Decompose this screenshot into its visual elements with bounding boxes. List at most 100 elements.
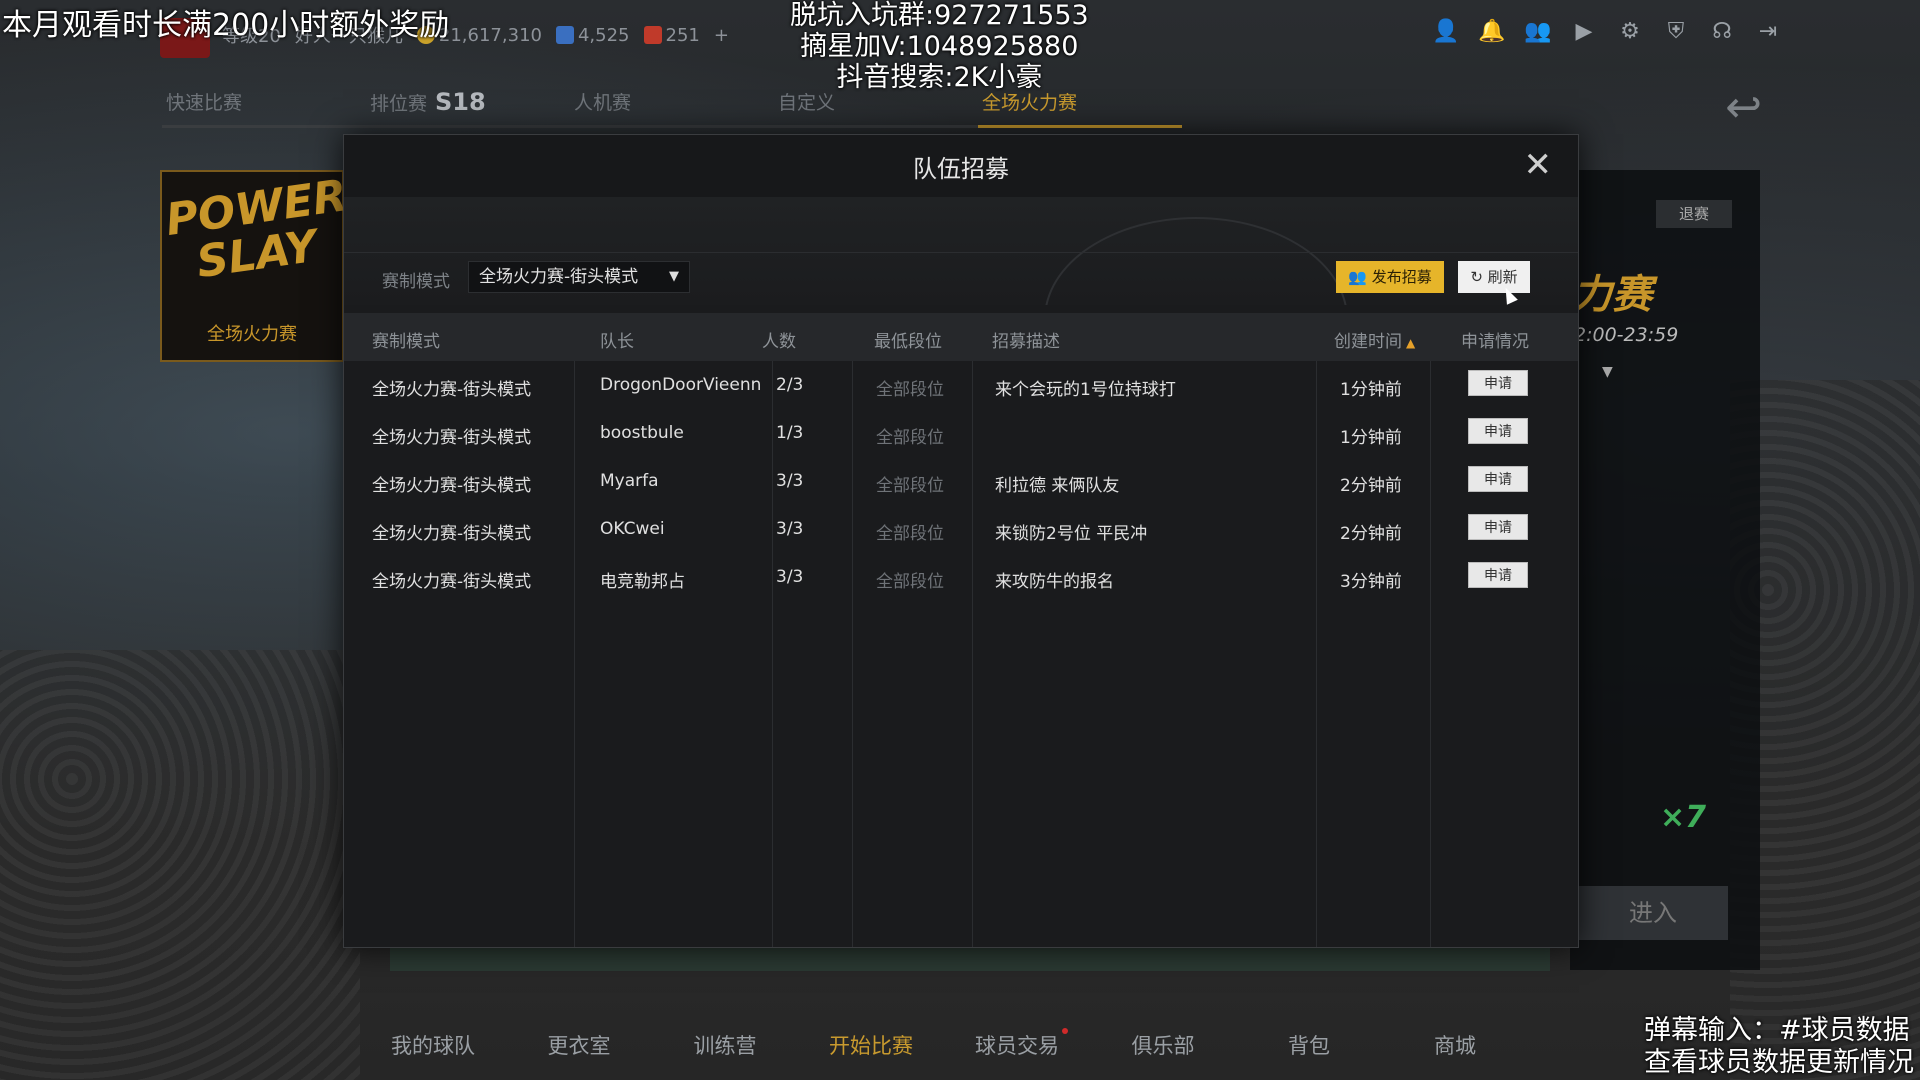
refresh-button[interactable]: ↻ 刷新 [1458,261,1530,293]
nav-club[interactable]: 俱乐部 [1090,1030,1236,1060]
nav-locker-room[interactable]: 更衣室 [506,1030,652,1060]
exit-icon[interactable]: ⇥ [1754,18,1782,46]
refresh-icon: ↻ [1470,268,1483,286]
crowd-left [0,650,360,1080]
row-desc: 来攻防牛的报名 [995,572,1114,592]
header-status: 申请情况 [1461,332,1529,352]
add-currency-button[interactable]: + [714,25,729,46]
filter-label: 赛制模式 [382,272,450,292]
mode-card-label: 全场火力赛 [207,324,297,345]
season-badge: S18 [435,88,486,116]
nav-backpack[interactable]: 背包 [1236,1030,1382,1060]
bottom-nav: 我的球队 更衣室 训练营 开始比赛 球员交易 俱乐部 背包 商城 [360,1028,1528,1060]
table-row: 全场火力赛-街头模式 OKCwei 3/3 全部段位 来锁防2号位 平民冲 2分… [344,505,1578,553]
row-desc: 利拉德 来俩队友 [995,476,1120,496]
stream-overlay-contact: 脱坑入坑群:927271553 摘星加V:1048925880 抖音搜索:2K小… [790,0,1089,93]
row-created: 2分钟前 [1340,524,1402,544]
star-balance: 4,525 [555,25,630,46]
row-mode: 全场火力赛-街头模式 [372,428,532,448]
event-title: 力赛 [1572,272,1652,318]
publish-recruit-button[interactable]: 👥 发布招募 [1336,261,1444,293]
tab-power-slay[interactable]: 全场火力赛 [978,88,1182,128]
nav-my-team[interactable]: 我的球队 [360,1030,506,1060]
row-rank: 全部段位 [876,524,944,544]
event-panel: 退赛 力赛 2:00-23:59 ▼ ×7 进入 [1570,170,1760,970]
row-created: 3分钟前 [1340,572,1402,592]
row-captain: Myarfa [600,471,659,491]
row-captain: boostbule [600,423,684,443]
table-row: 全场火力赛-街头模式 DrogonDoorVieenn 2/3 全部段位 来个会… [344,361,1578,409]
power-slay-logo: POWER SLAY [162,170,351,289]
row-rank: 全部段位 [876,428,944,448]
row-captain: 电竞勒邦占 [600,572,685,592]
row-created: 1分钟前 [1340,428,1402,448]
header-count: 人数 [762,332,796,352]
header-desc: 招募描述 [992,332,1060,352]
add-user-icon: 👥 [1348,268,1367,286]
headset-icon[interactable]: ☊ [1708,18,1736,46]
header-mode: 赛制模式 [372,332,440,352]
row-captain: DrogonDoorVieenn [600,375,762,395]
nav-start-game[interactable]: 开始比赛 [798,1030,944,1060]
stream-overlay-reward: 本月观看时长满200小时额外奖励 [2,8,450,43]
shield-icon[interactable]: ⛨ [1662,18,1690,46]
row-count: 3/3 [776,519,804,539]
close-icon[interactable]: ✕ [1524,145,1553,185]
notification-dot [1062,1028,1068,1034]
star-icon [555,25,574,44]
nav-training[interactable]: 训练营 [652,1030,798,1060]
mode-filter-select[interactable]: 全场火力赛-街头模式 ▼ [468,261,690,293]
row-created: 1分钟前 [1340,380,1402,400]
friends-icon[interactable]: 👥 [1524,18,1552,46]
row-rank: 全部段位 [876,572,944,592]
ticket-icon [643,25,662,44]
table-row: 全场火力赛-街头模式 boostbule 1/3 全部段位 1分钟前 申请 [344,409,1578,457]
row-mode: 全场火力赛-街头模式 [372,572,532,592]
modal-header: 队伍招募 ✕ [344,135,1578,198]
row-captain: OKCwei [600,519,665,539]
quit-button[interactable]: 退赛 [1656,200,1732,228]
chevron-down-icon[interactable]: ▼ [1602,364,1613,380]
recruit-table-body: 全场火力赛-街头模式 DrogonDoorVieenn 2/3 全部段位 来个会… [344,361,1578,947]
apply-button[interactable]: 申请 [1468,562,1528,588]
row-rank: 全部段位 [876,380,944,400]
apply-button[interactable]: 申请 [1468,466,1528,492]
team-recruit-modal: 队伍招募 ✕ 赛制模式 全场火力赛-街头模式 ▼ 👥 发布招募 ↻ 刷新 赛制模式… [343,134,1579,948]
enter-button[interactable]: 进入 [1578,886,1728,940]
stream-overlay-danmaku: 弹幕输入：#球员数据 查看球员数据更新情况 [1644,1015,1914,1078]
row-desc: 来个会玩的1号位持球打 [995,380,1176,400]
multiplier-badge: ×7 [1660,800,1707,835]
apply-button[interactable]: 申请 [1468,370,1528,396]
row-count: 1/3 [776,423,804,443]
bell-icon[interactable]: 🔔 [1478,18,1506,46]
mode-card[interactable]: POWER SLAY 全场火力赛 [160,170,350,362]
tab-vs-ai[interactable]: 人机赛 [570,88,774,128]
row-mode: 全场火力赛-街头模式 [372,380,532,400]
table-row: 全场火力赛-街头模式 电竞勒邦占 3/3 全部段位 来攻防牛的报名 3分钟前 申… [344,553,1578,601]
gear-icon[interactable]: ⚙ [1616,18,1644,46]
event-time: 2:00-23:59 [1574,324,1679,346]
tab-quick-match[interactable]: 快速比赛 [162,88,366,128]
video-icon[interactable]: ▶ [1570,18,1598,46]
profile-icon[interactable]: 👤 [1432,18,1460,46]
modal-title: 队伍招募 [913,155,1009,183]
nav-trade[interactable]: 球员交易 [944,1028,1090,1060]
row-count: 2/3 [776,375,804,395]
row-desc: 来锁防2号位 平民冲 [995,524,1148,544]
mode-tabs: 快速比赛 排位赛 S18 人机赛 自定义 全场火力赛 [162,88,1182,128]
top-icons: 👤 🔔 👥 ▶ ⚙ ⛨ ☊ ⇥ [1432,18,1782,46]
tab-custom[interactable]: 自定义 [774,88,978,128]
apply-button[interactable]: 申请 [1468,514,1528,540]
row-created: 2分钟前 [1340,476,1402,496]
apply-button[interactable]: 申请 [1468,418,1528,444]
ticket-balance: 251 [643,25,700,46]
table-row: 全场火力赛-街头模式 Myarfa 3/3 全部段位 利拉德 来俩队友 2分钟前… [344,457,1578,505]
nav-shop[interactable]: 商城 [1382,1030,1528,1060]
row-count: 3/3 [776,567,804,587]
banner-strip [390,945,1550,971]
chevron-down-icon: ▼ [669,269,679,284]
back-arrow-icon[interactable]: ↩ [1725,82,1762,133]
header-created[interactable]: 创建时间 ▲ [1334,327,1415,352]
header-rank: 最低段位 [874,332,942,352]
tab-ranked[interactable]: 排位赛 S18 [366,88,570,128]
